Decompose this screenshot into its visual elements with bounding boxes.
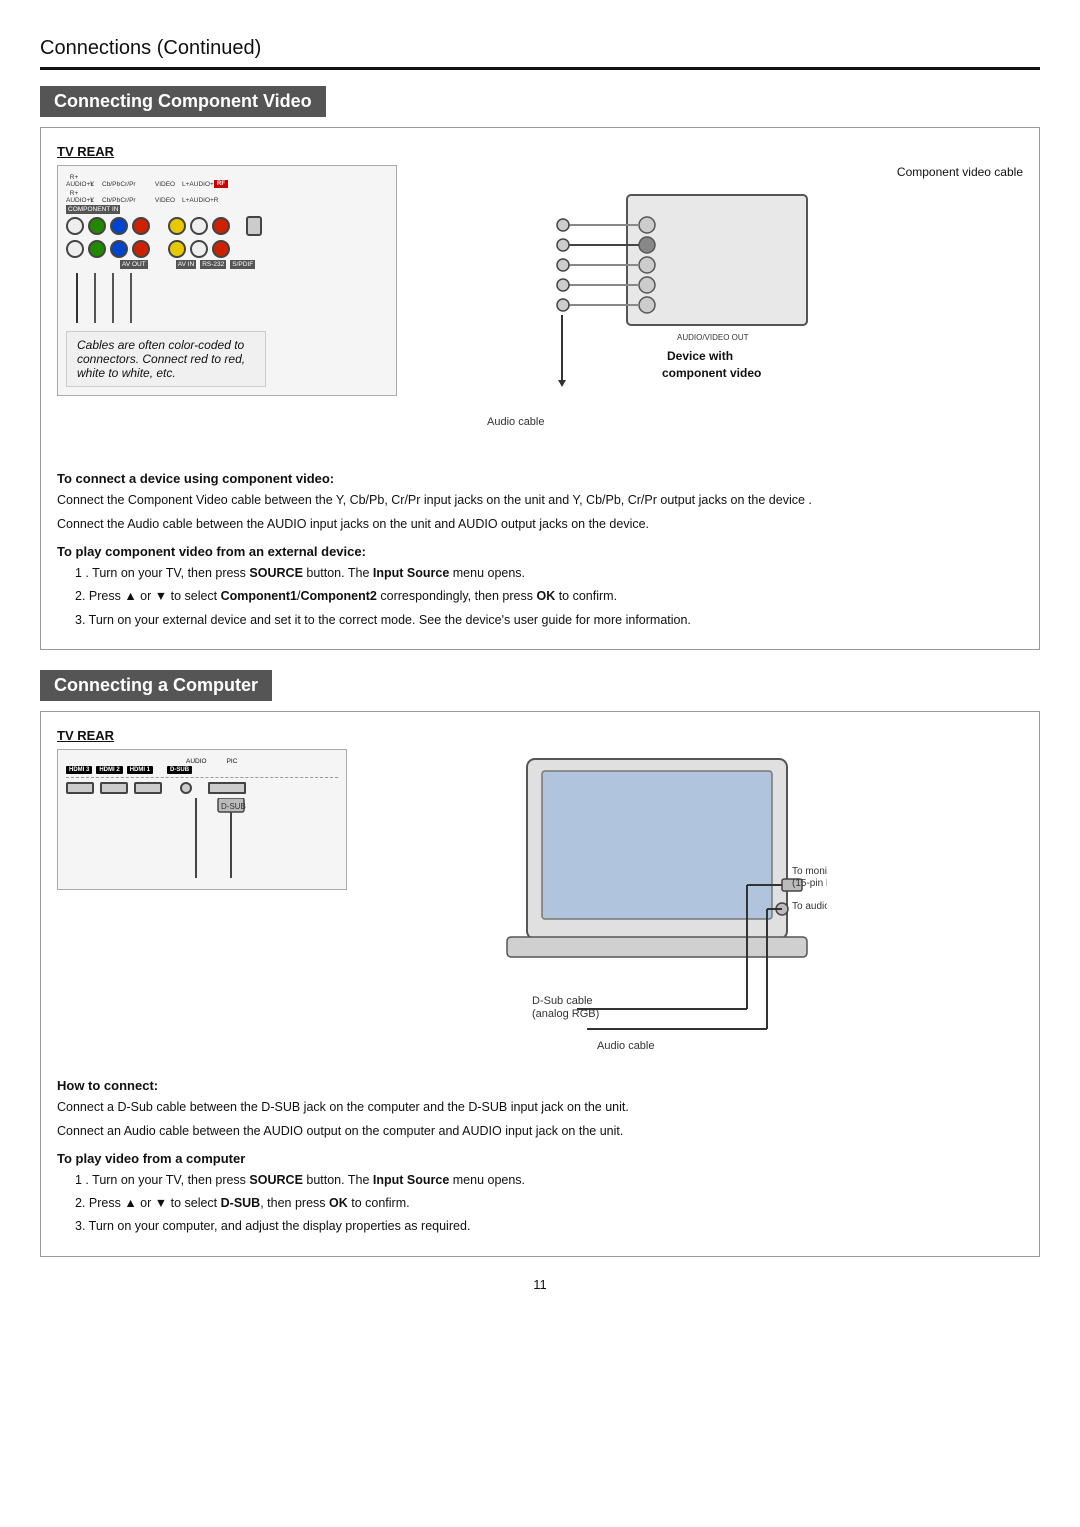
section1-instructions: To connect a device using component vide… xyxy=(57,453,1023,631)
section1-diagram: R+AUDIO+L Y Cb/Pb Cr/Pr VIDEO L+AUDIO+R … xyxy=(57,165,1023,445)
section2-hdmi2: HDMI 2 xyxy=(96,766,122,774)
port-audio-l xyxy=(66,217,84,235)
list-item: 3. Turn on your computer, and adjust the… xyxy=(75,1216,1023,1237)
svg-text:Audio cable: Audio cable xyxy=(487,416,545,428)
port2-audio-r xyxy=(212,240,230,258)
section2-play-video-list: 1 . Turn on your TV, then press SOURCE b… xyxy=(75,1170,1023,1238)
section2-how-to-text1: Connect a D-Sub cable between the D-SUB … xyxy=(57,1097,1023,1117)
svg-text:AUDIO/VIDEO OUT: AUDIO/VIDEO OUT xyxy=(677,333,749,342)
section1-spdif: S/PDIF xyxy=(230,260,255,269)
port2-audio-l xyxy=(66,240,84,258)
svg-text:To monitor port: To monitor port xyxy=(792,866,827,877)
port-rf xyxy=(246,216,262,236)
section1-av-out: AV OUT xyxy=(120,260,148,269)
port2-audio-l2 xyxy=(190,240,208,258)
port2-cr xyxy=(132,240,150,258)
section1-instr1-text1: Connect the Component Video cable betwee… xyxy=(57,490,1023,510)
port2-y xyxy=(88,240,106,258)
section1-av-in: AV IN xyxy=(176,260,197,269)
list-item: 3. Turn on your external device and set … xyxy=(75,610,1023,631)
section2-computer-svg: D-Sub cable (analog RGB) Audio cable (st… xyxy=(377,749,827,1049)
list-item: 1 . Turn on your TV, then press SOURCE b… xyxy=(75,563,1023,584)
section2-port-hdmi3 xyxy=(66,782,94,794)
section1-cable-note: Cables are often color-coded to connecto… xyxy=(66,331,266,387)
port-y xyxy=(88,217,106,235)
svg-text:Audio cable: Audio cable xyxy=(597,1040,655,1049)
section1-tv-panel: R+AUDIO+L Y Cb/Pb Cr/Pr VIDEO L+AUDIO+R … xyxy=(57,165,397,396)
port2-cb xyxy=(110,240,128,258)
section-connecting-computer: Connecting a Computer TV REAR AUDIO PIC … xyxy=(40,670,1040,1257)
section2-audio-label: AUDIO xyxy=(186,758,207,765)
section1-component-in: COMPONENT IN xyxy=(66,205,120,214)
section2-box: TV REAR AUDIO PIC HDMI 3 HDMI 2 HDMI 1 D… xyxy=(40,711,1040,1257)
section2-play-video-heading: To play video from a computer xyxy=(57,1151,1023,1166)
section2-header: Connecting a Computer xyxy=(40,670,272,701)
port-audio-r xyxy=(212,217,230,235)
page-number: 11 xyxy=(40,1277,1040,1292)
section1-rs232: RS-232 xyxy=(200,260,226,269)
section2-hdmi1: HDMI 1 xyxy=(127,766,153,774)
svg-text:Device with: Device with xyxy=(667,349,733,363)
port-cr xyxy=(132,217,150,235)
section2-pic-label: PIC xyxy=(227,758,238,765)
section1-comp-cable-label: Component video cable xyxy=(897,165,1023,179)
section1-tv-rear-label: TV REAR xyxy=(57,144,1023,159)
section2-port-dsub xyxy=(208,782,246,794)
section1-instr2-list: 1 . Turn on your TV, then press SOURCE b… xyxy=(75,563,1023,631)
port-cb xyxy=(110,217,128,235)
section1-device-svg: AUDIO/VIDEO OUT Device with component vi… xyxy=(437,185,817,445)
section2-tv-rear-label: TV REAR xyxy=(57,728,1023,743)
section2-diagram: AUDIO PIC HDMI 3 HDMI 2 HDMI 1 D-SUB xyxy=(57,749,1023,1052)
port-video xyxy=(168,217,186,235)
svg-text:(analog RGB): (analog RGB) xyxy=(532,1008,599,1020)
svg-text:To audio output jack: To audio output jack xyxy=(792,901,827,912)
list-item: 2. Press ▲ or ▼ to select D-SUB, then pr… xyxy=(75,1193,1023,1214)
section2-how-to-text2: Connect an Audio cable between the AUDIO… xyxy=(57,1121,1023,1141)
section2-port-audio xyxy=(180,782,192,794)
section2-hdmi3: HDMI 3 xyxy=(66,766,92,774)
port-audio-l2 xyxy=(190,217,208,235)
section1-instr2-heading: To play component video from an external… xyxy=(57,544,1023,559)
section2-cable-svg: D-SUB xyxy=(66,798,346,878)
section1-cable-svg xyxy=(68,273,288,323)
section2-port-hdmi1 xyxy=(134,782,162,794)
page-title: Connections (Continued) xyxy=(40,30,1040,70)
svg-text:component video: component video xyxy=(662,366,761,380)
section1-instr1-text2: Connect the Audio cable between the AUDI… xyxy=(57,514,1023,534)
list-item: 1 . Turn on your TV, then press SOURCE b… xyxy=(75,1170,1023,1191)
section1-box: TV REAR R+AUDIO+L Y Cb/Pb Cr/Pr VIDEO L+… xyxy=(40,127,1040,650)
section2-right-computer: D-Sub cable (analog RGB) Audio cable (st… xyxy=(347,749,1023,1052)
section1-header: Connecting Component Video xyxy=(40,86,326,117)
svg-text:D-Sub cable: D-Sub cable xyxy=(532,995,593,1007)
section1-right-device: Component video cable xyxy=(397,165,1023,445)
section-connecting-component-video: Connecting Component Video TV REAR R+AUD… xyxy=(40,86,1040,650)
svg-text:(15-pin D-Sub): (15-pin D-Sub) xyxy=(792,878,827,889)
section2-how-to-heading: How to connect: xyxy=(57,1078,1023,1093)
section2-tv-panel: AUDIO PIC HDMI 3 HDMI 2 HDMI 1 D-SUB xyxy=(57,749,347,890)
section1-instr1-heading: To connect a device using component vide… xyxy=(57,471,1023,486)
svg-text:D-SUB: D-SUB xyxy=(221,802,246,811)
port2-video xyxy=(168,240,186,258)
section2-instructions: How to connect: Connect a D-Sub cable be… xyxy=(57,1060,1023,1238)
list-item: 2. Press ▲ or ▼ to select Component1/Com… xyxy=(75,586,1023,607)
section2-port-hdmi2 xyxy=(100,782,128,794)
section2-dsub: D-SUB xyxy=(167,766,192,774)
